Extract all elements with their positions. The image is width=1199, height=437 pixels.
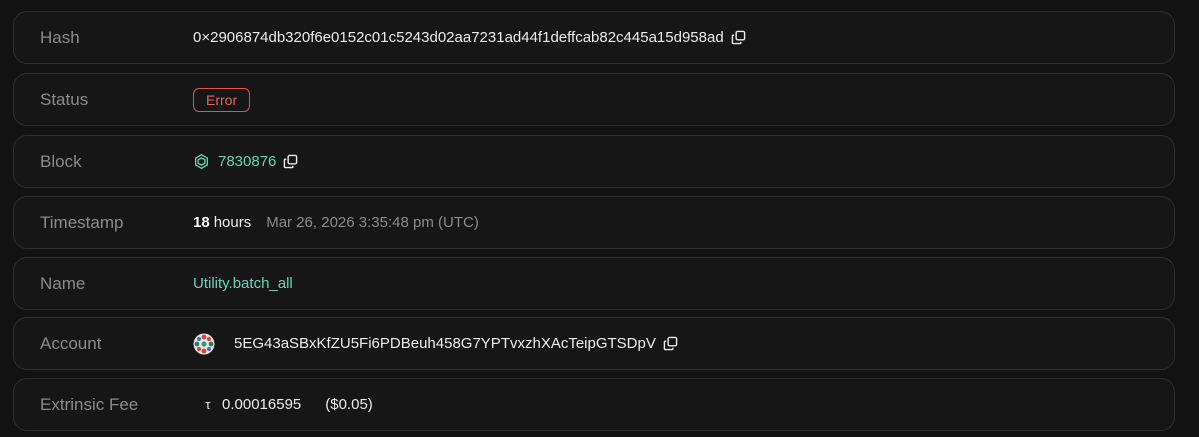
name-row: Name Utility.batch_all [13, 257, 1175, 310]
timestamp-label: Timestamp [40, 212, 124, 232]
status-row: Status Error [13, 73, 1175, 126]
timestamp-value-wrap: 18 hours Mar 26, 2026 3:35:48 pm (UTC) [193, 197, 479, 248]
hash-value-wrap: 0×2906874db320f6e0152c01c5243d02aa7231ad… [193, 12, 746, 63]
copy-icon[interactable] [283, 154, 298, 169]
copy-icon[interactable] [663, 336, 678, 351]
block-row: Block 7830876 [13, 135, 1175, 188]
status-value-wrap: Error [193, 74, 251, 125]
hash-row: Hash 0×2906874db320f6e0152c01c5243d02aa7… [13, 11, 1175, 64]
timestamp-date: Mar 26, 2026 3:35:48 pm (UTC) [266, 214, 479, 231]
block-value-wrap: 7830876 [193, 136, 298, 187]
hash-label: Hash [40, 27, 80, 47]
copy-icon[interactable] [731, 30, 746, 45]
timestamp-relative-unit: hours [213, 214, 252, 231]
tao-symbol-icon: τ [205, 397, 211, 412]
name-value-wrap: Utility.batch_all [193, 258, 293, 309]
extrinsic-details: Hash 0×2906874db320f6e0152c01c5243d02aa7… [0, 0, 1199, 437]
fee-amount: 0.00016595 [222, 396, 302, 413]
name-label: Name [40, 273, 86, 293]
account-value-wrap: 5EG43aSBxKfZU5Fi6PDBeuh458G7YPTvxzhXAcTe… [193, 318, 678, 369]
status-label: Status [40, 89, 89, 109]
status-badge: Error [193, 87, 251, 112]
account-address-link[interactable]: 5EG43aSBxKfZU5Fi6PDBeuh458G7YPTvxzhXAcTe… [234, 335, 656, 352]
hash-value: 0×2906874db320f6e0152c01c5243d02aa7231ad… [193, 29, 724, 46]
fee-label: Extrinsic Fee [40, 394, 139, 414]
timestamp-row: Timestamp 18 hours Mar 26, 2026 3:35:48 … [13, 196, 1175, 249]
account-label: Account [40, 333, 102, 353]
fee-value-wrap: τ 0.00016595 ($0.05) [193, 379, 373, 430]
fee-row: Extrinsic Fee τ 0.00016595 ($0.05) [13, 378, 1175, 431]
timestamp-relative-number: 18 [193, 214, 210, 231]
account-row: Account 5EG43aSBxKfZU5Fi6PDBeuh458G7YPTv… [13, 317, 1175, 370]
call-name: Utility.batch_all [193, 275, 293, 292]
block-hexagon-icon [193, 153, 210, 170]
block-number-link[interactable]: 7830876 [218, 153, 276, 170]
account-avatar-icon [193, 333, 215, 355]
block-label: Block [40, 151, 82, 171]
fee-usd: ($0.05) [325, 396, 373, 413]
